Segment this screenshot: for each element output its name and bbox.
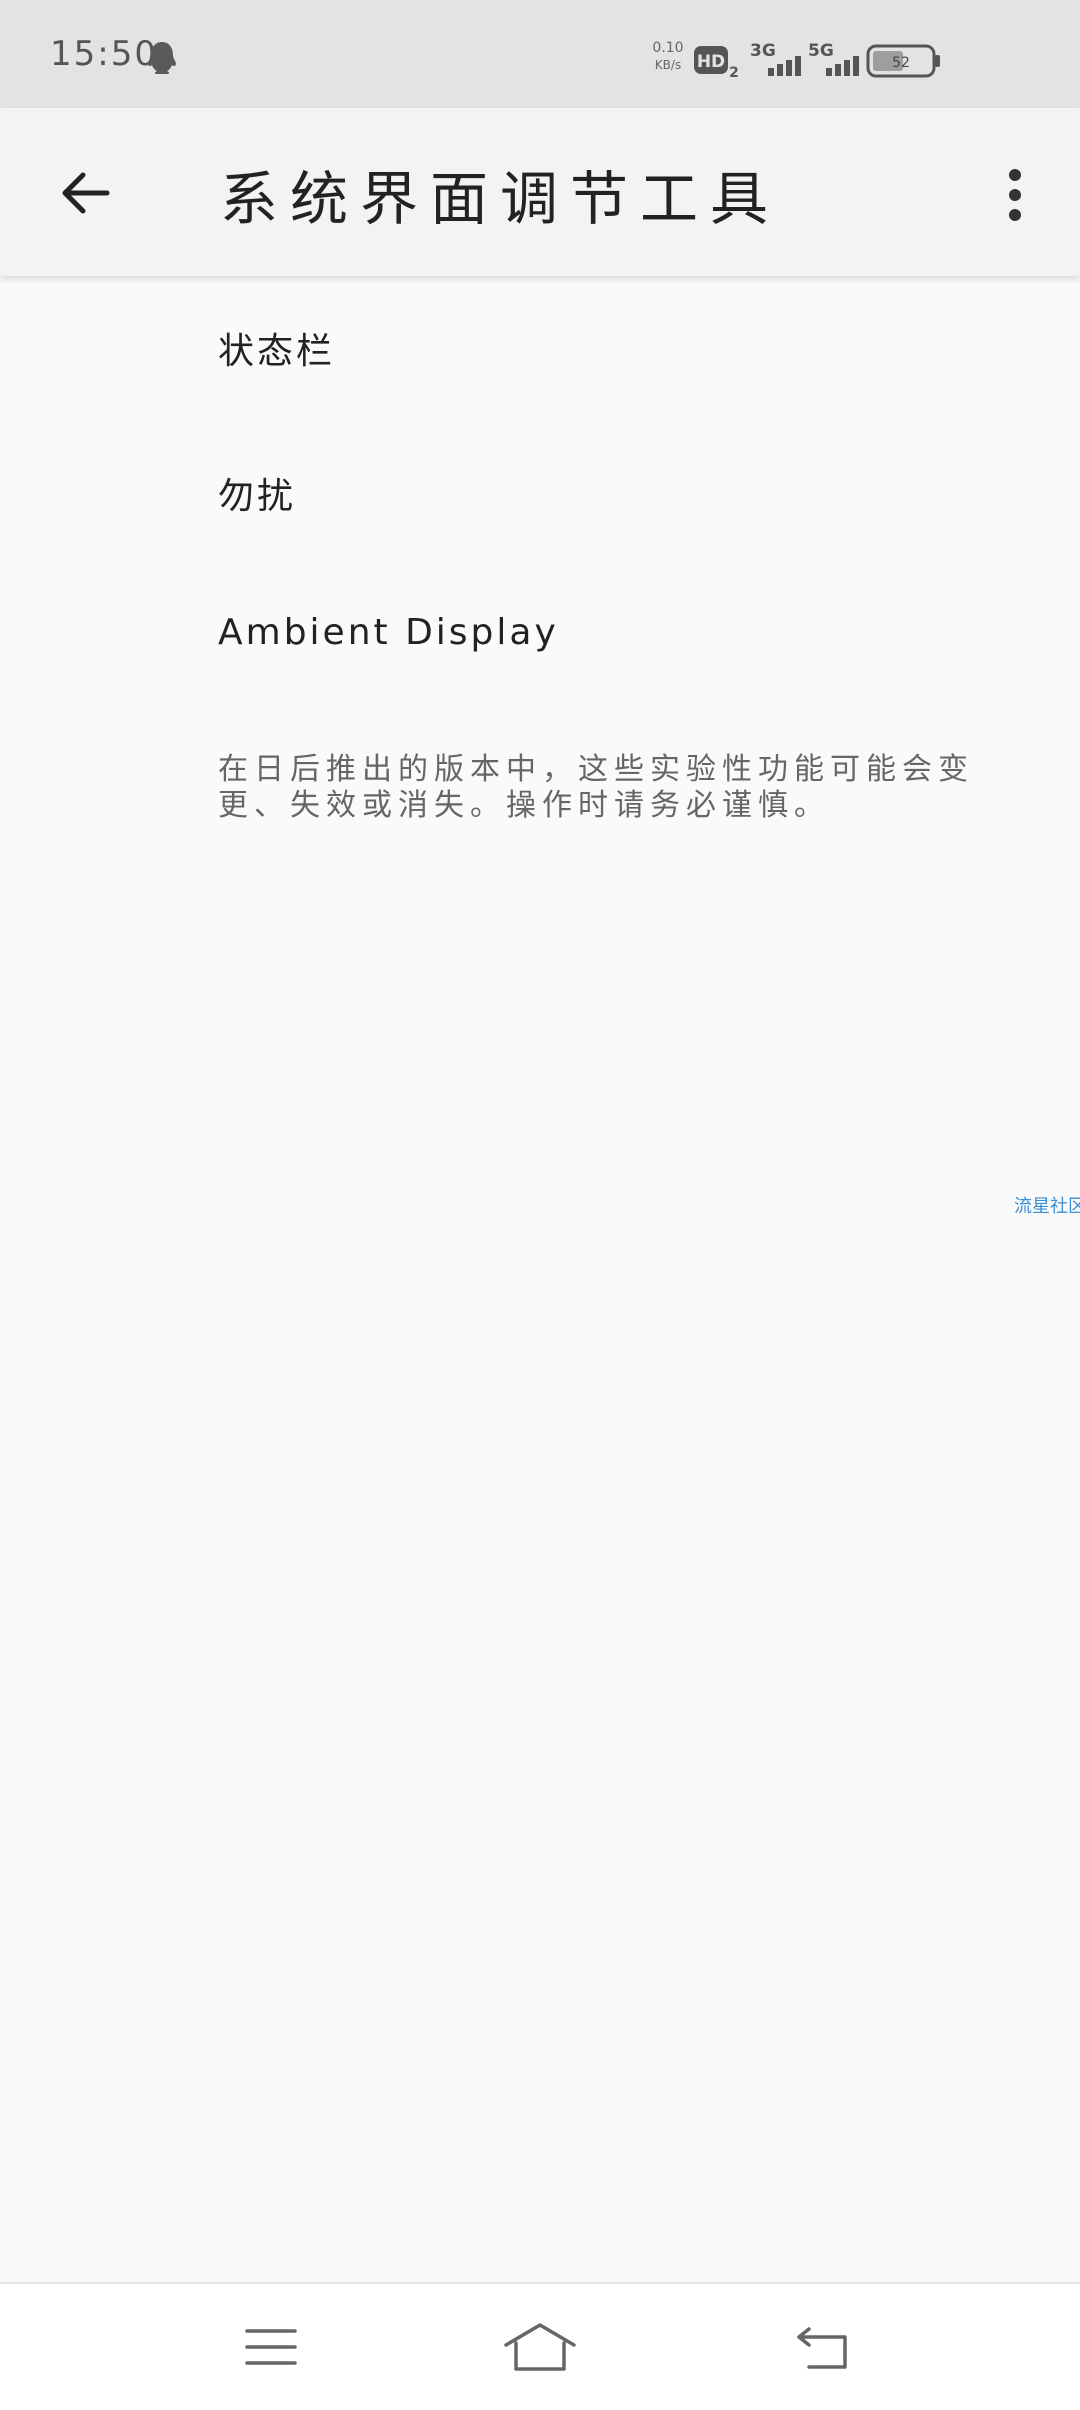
experimental-warning-text: 在日后推出的版本中，这些实验性功能可能会变更、失效或消失。操作时请务必谨慎。 [218, 752, 974, 823]
signal-5g-icon: 5G [808, 41, 859, 76]
svg-text:HD: HD [697, 52, 725, 72]
net-speed-unit: KB/s [654, 58, 682, 72]
list-item-label: 状态栏 [218, 331, 336, 372]
qq-icon [148, 42, 176, 74]
battery-level: 52 [892, 55, 910, 71]
arrow-back-icon [62, 172, 110, 214]
signal-2-label: 5G [808, 41, 834, 61]
status-bar: 15:50 0.10 KB/s HD 2 3G 5G 52 [0, 0, 1080, 108]
app-bar: 系统界面调节工具 [0, 108, 1080, 276]
list-item-status-bar[interactable]: 状态栏 [0, 276, 1080, 416]
back-nav-button[interactable] [778, 2312, 868, 2382]
list-item-label: Ambient Display [218, 612, 559, 653]
list-item-ambient-display[interactable]: Ambient Display [0, 566, 1080, 706]
back-button[interactable] [50, 158, 120, 228]
battery-icon: 52 [866, 44, 940, 78]
net-speed-value: 0.10 [652, 40, 684, 56]
list-item-label: 勿扰 [218, 476, 297, 517]
svg-text:2: 2 [729, 65, 739, 78]
page-title: 系统界面调节工具 [220, 165, 781, 233]
status-time: 15:50 [50, 34, 158, 74]
navigation-bar [0, 2282, 1080, 2410]
recent-apps-button[interactable] [226, 2312, 316, 2382]
menu-icon [245, 2329, 297, 2365]
hd-voice-icon: HD 2 [694, 46, 739, 78]
back-icon [797, 2327, 847, 2369]
more-options-button[interactable] [985, 160, 1045, 230]
signal-1-label: 3G [750, 41, 776, 61]
list-item-do-not-disturb[interactable]: 勿扰 [0, 421, 1080, 561]
signal-3g-icon: 3G [750, 41, 801, 76]
more-vert-icon [1009, 169, 1021, 221]
home-button[interactable] [495, 2312, 585, 2382]
home-icon [504, 2323, 576, 2371]
net-speed-indicator: 0.10 KB/s [648, 40, 688, 74]
watermark: 流星社区 [1014, 1196, 1080, 1217]
